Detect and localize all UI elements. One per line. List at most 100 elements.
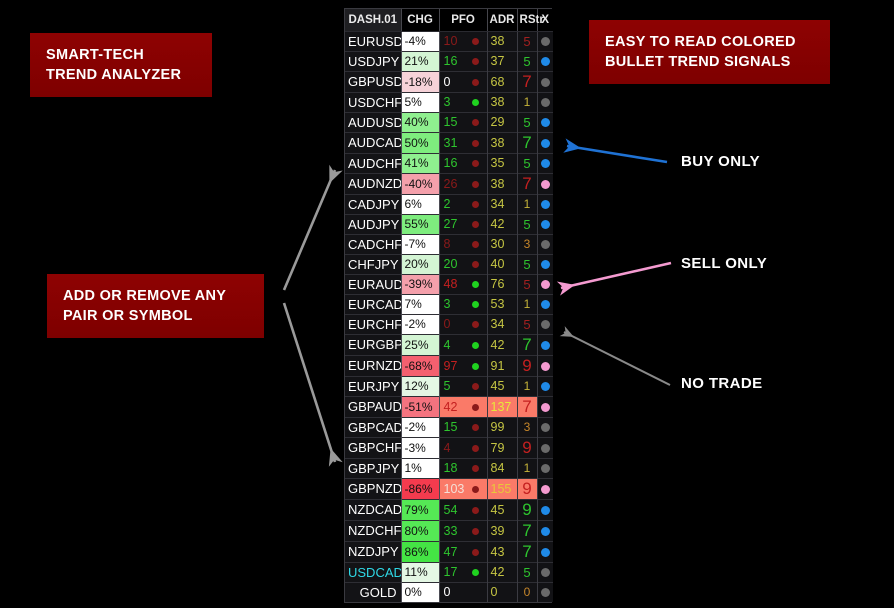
row-signal-bullet[interactable]	[537, 561, 554, 582]
row-signal-bullet[interactable]	[537, 233, 554, 254]
row-signal-bullet[interactable]	[537, 416, 554, 437]
column-header-rstr[interactable]: RStr	[517, 9, 544, 32]
row-symbol[interactable]: NZDCAD	[345, 498, 402, 520]
table-row[interactable]: AUDJPY 55% 27 42 5	[345, 213, 554, 234]
table-row[interactable]: USDCAD 11% 17 42 5	[345, 561, 554, 582]
table-row[interactable]: AUDUSD 40% 15 29 5	[345, 111, 554, 132]
row-symbol[interactable]: EURAUD	[345, 273, 402, 294]
row-symbol[interactable]: EURCAD	[345, 293, 402, 314]
row-symbol[interactable]: NZDCHF	[345, 519, 402, 541]
row-signal-bullet[interactable]	[537, 540, 554, 562]
row-symbol[interactable]: GBPAUD	[345, 395, 402, 417]
row-symbol[interactable]: USDJPY	[345, 50, 402, 71]
row-signal-bullet[interactable]	[537, 293, 554, 314]
table-row[interactable]: GBPNZD -86% 103 155 9	[345, 477, 554, 499]
row-signal-bullet[interactable]	[537, 313, 554, 334]
table-row[interactable]: EURCAD 7% 3 53 1	[345, 293, 554, 314]
table-row[interactable]: CHFJPY 20% 20 40 5	[345, 253, 554, 274]
row-symbol[interactable]: EURUSD	[345, 30, 402, 51]
row-signal-bullet[interactable]	[537, 30, 554, 51]
row-signal-bullet[interactable]	[537, 498, 554, 520]
row-signal-bullet[interactable]	[537, 131, 554, 153]
table-row[interactable]: GBPJPY 1% 18 84 1	[345, 457, 554, 478]
row-signal-bullet[interactable]	[537, 172, 554, 194]
row-symbol[interactable]: EURGBP	[345, 333, 402, 355]
table-row[interactable]: GBPCAD -2% 15 99 3	[345, 416, 554, 437]
row-pfo-value: 15	[439, 416, 465, 437]
column-header-adr[interactable]: ADR	[487, 9, 518, 32]
table-row[interactable]: USDJPY 21% 16 37 5	[345, 50, 554, 71]
row-pfo-trend-dot-icon	[465, 457, 488, 478]
row-symbol[interactable]: EURCHF	[345, 313, 402, 334]
row-signal-bullet[interactable]	[537, 91, 554, 112]
row-symbol[interactable]: GOLD	[345, 581, 402, 602]
signal-bullet-icon	[540, 179, 550, 189]
row-signal-bullet[interactable]	[537, 395, 554, 417]
table-row[interactable]: AUDCHF 41% 16 35 5	[345, 152, 554, 173]
table-row[interactable]: EURCHF -2% 0 34 5	[345, 313, 554, 334]
row-symbol[interactable]: CADCHF	[345, 233, 402, 254]
row-signal-bullet[interactable]	[537, 70, 554, 92]
table-row[interactable]: AUDCAD 50% 31 38 7	[345, 131, 554, 153]
row-signal-bullet[interactable]	[537, 581, 554, 602]
table-row[interactable]: NZDCHF 80% 33 39 7	[345, 519, 554, 541]
row-adr: 34	[487, 193, 518, 214]
row-symbol[interactable]: AUDNZD	[345, 172, 402, 194]
row-symbol[interactable]: GBPJPY	[345, 457, 402, 478]
trend-dashboard-panel[interactable]: DASH.01 CHG PFO ADR RStr X EURUSD -4% 10 38…	[344, 8, 554, 603]
table-row[interactable]: GOLD 0% 0 0 0	[345, 581, 554, 602]
column-header-pfo[interactable]: PFO	[439, 9, 488, 32]
row-signal-bullet[interactable]	[537, 477, 554, 499]
column-header-chg[interactable]: CHG	[400, 9, 440, 32]
row-symbol[interactable]: GBPUSD	[345, 70, 402, 92]
pfo-dot-icon	[472, 99, 480, 107]
row-rstr: 5	[517, 111, 538, 132]
row-signal-bullet[interactable]	[537, 253, 554, 274]
column-header-panel-name[interactable]: DASH.01	[345, 9, 402, 32]
row-symbol[interactable]: AUDUSD	[345, 111, 402, 132]
table-row[interactable]: NZDJPY 86% 47 43 7	[345, 540, 554, 562]
table-row[interactable]: EURGBP 25% 4 42 7	[345, 333, 554, 355]
row-pfo-trend-dot-icon	[465, 561, 488, 582]
row-signal-bullet[interactable]	[537, 193, 554, 214]
row-symbol[interactable]: USDCAD	[345, 561, 402, 582]
table-row[interactable]: AUDNZD -40% 26 38 7	[345, 172, 554, 194]
row-signal-bullet[interactable]	[537, 50, 554, 71]
row-symbol[interactable]: AUDCHF	[345, 152, 402, 173]
row-signal-bullet[interactable]	[537, 213, 554, 234]
row-symbol[interactable]: NZDJPY	[345, 540, 402, 562]
row-symbol[interactable]: CADJPY	[345, 193, 402, 214]
signal-bullet-icon	[540, 484, 550, 494]
row-signal-bullet[interactable]	[537, 273, 554, 294]
row-symbol[interactable]: EURNZD	[345, 354, 402, 376]
table-row[interactable]: CADCHF -7% 8 30 3	[345, 233, 554, 254]
row-signal-bullet[interactable]	[537, 111, 554, 132]
table-row[interactable]: EURAUD -39% 48 76 5	[345, 273, 554, 294]
row-signal-bullet[interactable]	[537, 457, 554, 478]
row-symbol[interactable]: EURJPY	[345, 375, 402, 396]
table-row[interactable]: NZDCAD 79% 54 45 9	[345, 498, 554, 520]
row-symbol[interactable]: AUDJPY	[345, 213, 402, 234]
table-row[interactable]: GBPCHF -3% 4 79 9	[345, 436, 554, 458]
table-row[interactable]: EURUSD -4% 10 38 5	[345, 30, 554, 51]
table-row[interactable]: GBPAUD -51% 42 137 7	[345, 395, 554, 417]
row-symbol[interactable]: GBPNZD	[345, 477, 402, 499]
table-row[interactable]: USDCHF 5% 3 38 1	[345, 91, 554, 112]
row-symbol[interactable]: USDCHF	[345, 91, 402, 112]
pfo-dot-icon	[472, 569, 480, 577]
table-row[interactable]: CADJPY 6% 2 34 1	[345, 193, 554, 214]
row-signal-bullet[interactable]	[537, 436, 554, 458]
row-signal-bullet[interactable]	[537, 519, 554, 541]
row-signal-bullet[interactable]	[537, 152, 554, 173]
table-row[interactable]: GBPUSD -18% 0 68 7	[345, 70, 554, 92]
row-symbol[interactable]: GBPCAD	[345, 416, 402, 437]
table-row[interactable]: EURNZD -68% 97 91 9	[345, 354, 554, 376]
table-row[interactable]: EURJPY 12% 5 45 1	[345, 375, 554, 396]
row-signal-bullet[interactable]	[537, 354, 554, 376]
row-signal-bullet[interactable]	[537, 333, 554, 355]
row-chg: 25%	[401, 333, 440, 355]
row-symbol[interactable]: AUDCAD	[345, 131, 402, 153]
row-symbol[interactable]: GBPCHF	[345, 436, 402, 458]
row-signal-bullet[interactable]	[537, 375, 554, 396]
row-symbol[interactable]: CHFJPY	[345, 253, 402, 274]
